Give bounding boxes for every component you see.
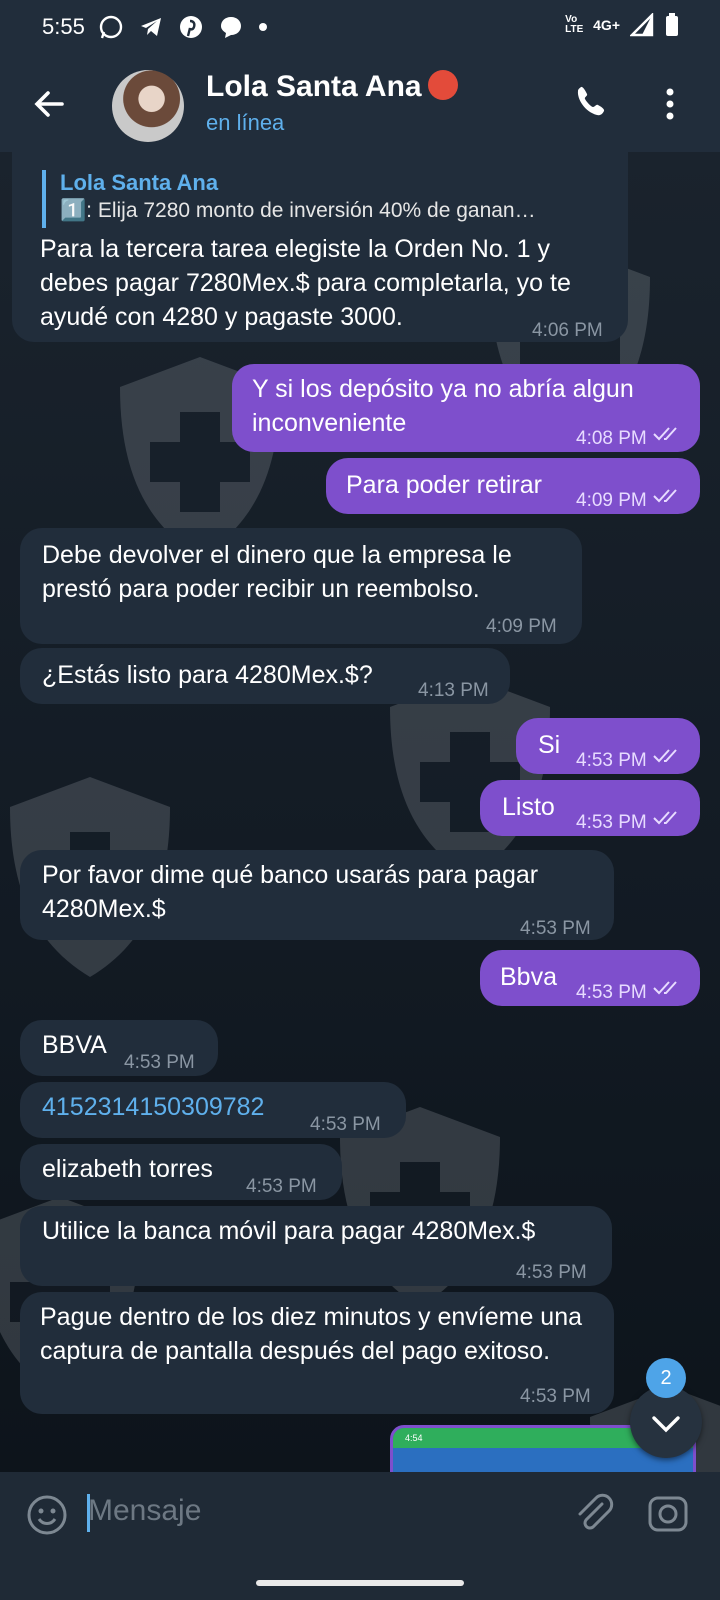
presence-status: en línea: [206, 110, 285, 135]
message-text: Utilice la banca móvil para pagar 4280Me…: [42, 1217, 536, 1245]
message-bubble-incoming[interactable]: BBVA 4:53 PM: [20, 1020, 218, 1076]
message-text: Para poder retirar: [346, 471, 542, 499]
notification-icons: [98, 14, 268, 40]
message-bubble-incoming[interactable]: ¿Estás listo para 4280Mex.$? 4:13 PM: [20, 648, 510, 704]
message-bubble-incoming[interactable]: elizabeth torres 4:53 PM: [20, 1144, 342, 1200]
message-bubble-incoming[interactable]: Debe devolver el dinero que la empresa l…: [20, 528, 582, 644]
message-time: 4:53 PM: [246, 1176, 317, 1197]
signal-icon: [630, 13, 654, 37]
telegram-icon: [141, 18, 161, 36]
chat-header: Lola Santa Ana en línea: [0, 56, 720, 152]
double-check-icon: [653, 427, 677, 441]
status-bar: 5:55 Vo LTE 4G+: [0, 0, 720, 56]
message-bubble-incoming[interactable]: Lola Santa Ana 1️⃣: Elija 7280 monto de …: [12, 152, 628, 342]
message-time: 4:53 PM: [124, 1052, 195, 1073]
preview-time: 4:54: [405, 1433, 423, 1443]
message-bubble-incoming[interactable]: Pague dentro de los diez minutos y envíe…: [20, 1292, 614, 1414]
message-time: 4:53 PM: [576, 750, 647, 771]
reply-text: 1️⃣: Elija 7280 monto de inversión 40% d…: [60, 199, 536, 222]
battery-icon: [666, 13, 678, 36]
message-text: Debe devolver el dinero que la empresa l…: [42, 541, 512, 603]
message-time: 4:09 PM: [576, 490, 647, 511]
dot-icon: [259, 23, 267, 31]
more-options-icon[interactable]: [664, 84, 676, 124]
whatsapp-icon: [99, 15, 123, 39]
message-bubble-incoming[interactable]: Utilice la banca móvil para pagar 4280Me…: [20, 1206, 612, 1286]
message-text: Si: [538, 731, 561, 759]
home-indicator[interactable]: [256, 1580, 464, 1586]
double-check-icon: [653, 981, 677, 995]
message-text: Para la tercera tarea elegiste la Orden …: [40, 235, 571, 331]
contact-name[interactable]: Lola Santa Ana: [206, 70, 458, 104]
message-time: 4:53 PM: [520, 1386, 591, 1407]
reply-quote[interactable]: Lola Santa Ana 1️⃣: Elija 7280 monto de …: [42, 170, 612, 228]
system-icons: Vo LTE 4G+: [565, 12, 680, 38]
message-bubble-outgoing[interactable]: Bbva 4:53 PM: [480, 950, 700, 1006]
avatar[interactable]: [112, 70, 184, 142]
reply-author: Lola Santa Ana: [60, 170, 219, 195]
message-text: BBVA: [42, 1031, 107, 1059]
message-text: Bbva: [500, 963, 557, 991]
message-bubble-incoming[interactable]: 4152314150309782 4:53 PM: [20, 1082, 406, 1138]
message-time: 4:53 PM: [520, 918, 591, 939]
account-number-link[interactable]: 4152314150309782: [42, 1090, 264, 1124]
message-bubble-outgoing[interactable]: Si 4:53 PM: [516, 718, 700, 774]
double-check-icon: [653, 489, 677, 503]
double-check-icon: [653, 749, 677, 763]
message-time: 4:13 PM: [418, 680, 489, 701]
messenger-icon: [221, 17, 241, 38]
volte-label: Vo LTE: [565, 14, 584, 35]
message-time: 4:53 PM: [576, 812, 647, 833]
pinterest-icon: [180, 16, 202, 38]
message-bubble-outgoing[interactable]: Para poder retirar 4:09 PM: [326, 458, 700, 514]
message-text: Pague dentro de los diez minutos y envíe…: [40, 1303, 583, 1365]
attachment-icon[interactable]: [572, 1492, 614, 1538]
camera-icon[interactable]: [646, 1492, 690, 1536]
message-time: 4:06 PM: [532, 320, 603, 341]
unread-count-badge: 2: [646, 1358, 686, 1398]
message-time: 4:08 PM: [576, 428, 647, 449]
message-bubble-outgoing[interactable]: Listo 4:53 PM: [480, 780, 700, 836]
phone-call-icon[interactable]: [572, 82, 612, 122]
message-text: Por favor dime qué banco usarás para pag…: [42, 861, 539, 923]
network-label: 4G+: [593, 17, 620, 33]
cow-angel-emoji-icon: [427, 70, 458, 100]
contact-name-text: Lola Santa Ana: [206, 70, 422, 103]
message-time: 4:09 PM: [486, 616, 557, 637]
emoji-icon[interactable]: [26, 1494, 68, 1536]
back-arrow-icon[interactable]: [28, 82, 72, 126]
message-bubble-incoming[interactable]: Por favor dime qué banco usarás para pag…: [20, 850, 614, 940]
message-text: ¿Estás listo para 4280Mex.$?: [42, 661, 373, 689]
message-text: Listo: [502, 793, 555, 821]
message-time: 4:53 PM: [310, 1114, 381, 1135]
message-text: elizabeth torres: [42, 1155, 213, 1183]
message-time: 4:53 PM: [516, 1262, 587, 1283]
message-time: 4:53 PM: [576, 982, 647, 1003]
message-bubble-outgoing[interactable]: Y si los depósito ya no abría algun inco…: [232, 364, 700, 452]
double-check-icon: [653, 811, 677, 825]
message-input[interactable]: Mensaje: [88, 1494, 201, 1528]
status-time: 5:55: [42, 14, 85, 39]
